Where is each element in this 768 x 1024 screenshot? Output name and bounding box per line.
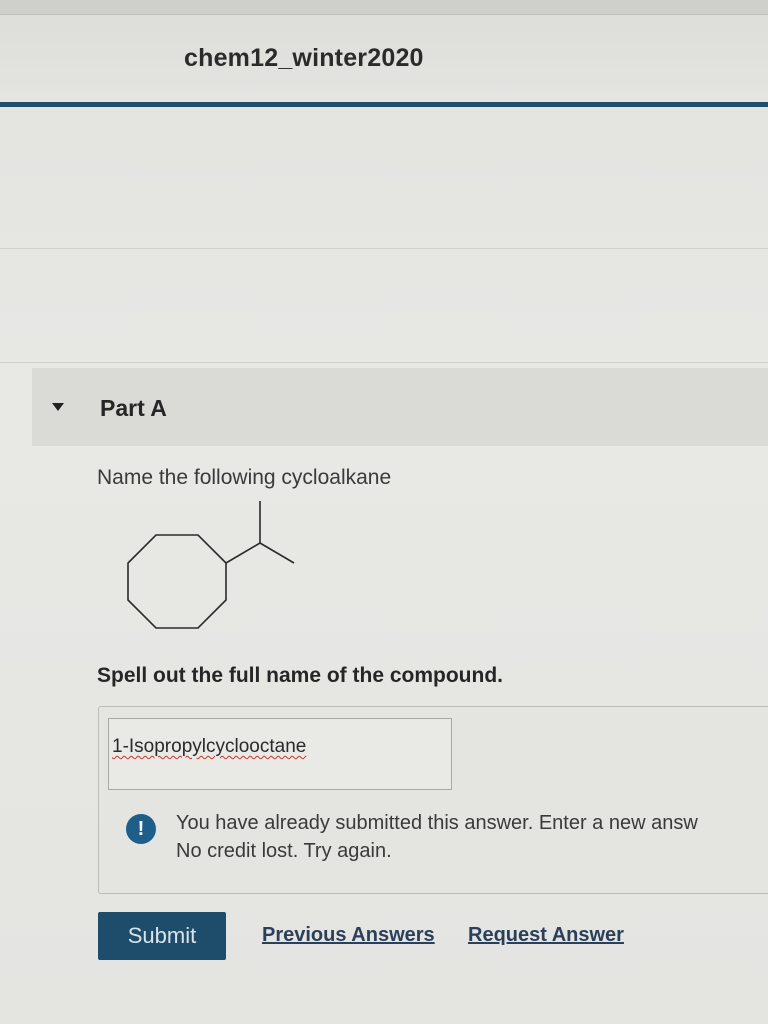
course-title: chem12_winter2020 [184, 44, 424, 72]
section-divider [0, 362, 768, 363]
feedback-line-1: You have already submitted this answer. … [176, 812, 698, 834]
request-answer-link[interactable]: Request Answer [468, 924, 624, 947]
question-text: Name the following cycloalkane [97, 466, 392, 489]
submit-button[interactable]: Submit [98, 912, 226, 960]
feedback-line-2: No credit lost. Try again. [176, 840, 392, 862]
page: chem12_winter2020 Part A Name the follow… [0, 0, 768, 1024]
part-title[interactable]: Part A [100, 395, 167, 422]
methyl-bond-right [259, 542, 295, 564]
browser-top-strip [0, 0, 768, 15]
info-alert-icon: ! [126, 814, 156, 844]
section-divider [0, 248, 768, 249]
answer-value[interactable]: 1-Isopropylcyclooctane [112, 736, 306, 758]
substituent-bond [225, 542, 261, 564]
collapse-caret-icon[interactable] [52, 403, 64, 411]
cycloalkane-structure-image [127, 501, 295, 629]
cyclooctane-ring [127, 534, 227, 629]
previous-answers-link[interactable]: Previous Answers [262, 924, 435, 947]
instruction-text: Spell out the full name of the compound. [97, 664, 503, 687]
feedback-message: You have already submitted this answer. … [176, 808, 768, 872]
